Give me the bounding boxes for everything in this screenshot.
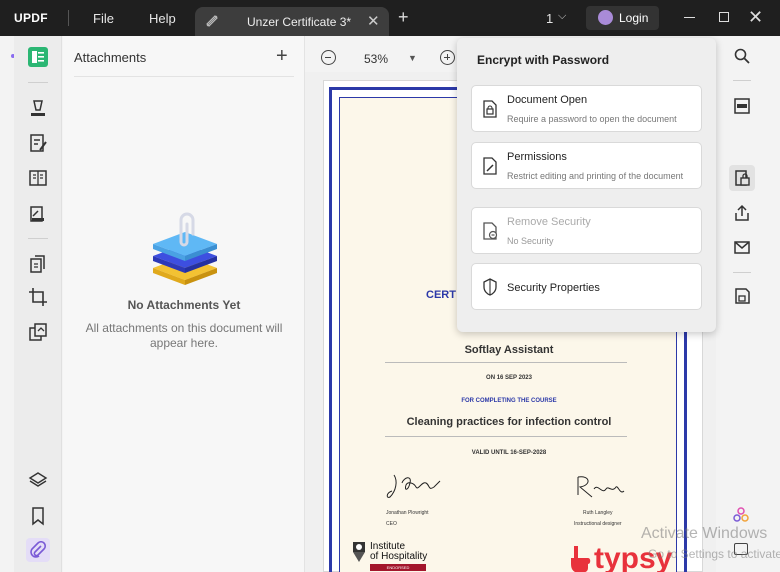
- zoom-dropdown-icon[interactable]: ▼: [408, 53, 417, 63]
- document-tab[interactable]: Unzer Certificate 3* ✕: [195, 7, 389, 36]
- protect-icon[interactable]: [729, 165, 755, 191]
- zoom-in-button[interactable]: [440, 50, 455, 65]
- menu-file[interactable]: File: [93, 11, 114, 26]
- convert-icon[interactable]: [26, 320, 50, 344]
- crop-icon[interactable]: [26, 285, 50, 309]
- recipient-name: Softlay Assistant: [464, 344, 554, 356]
- avatar: [598, 10, 613, 25]
- fill-sign-icon[interactable]: [26, 202, 50, 226]
- signature-jonathan: [386, 474, 441, 498]
- option-description: No Security: [507, 236, 554, 246]
- signer-2: Ruth Langley Instructional designer: [574, 508, 622, 530]
- layers-icon[interactable]: [26, 468, 50, 492]
- menu-help[interactable]: Help: [149, 11, 176, 26]
- app-logo: UPDF: [14, 11, 48, 25]
- panel-title: Attachments: [74, 50, 147, 65]
- divider: [385, 362, 627, 363]
- unsaved-icon: [206, 15, 218, 27]
- zoom-level[interactable]: 53%: [364, 52, 388, 66]
- option-label: Document Open: [507, 94, 588, 106]
- institute-logo: Institute of Hospitality: [370, 542, 427, 562]
- edit-document-icon: [483, 157, 497, 175]
- search-icon[interactable]: [731, 45, 753, 67]
- edit-text-icon[interactable]: [26, 131, 50, 155]
- divider: [68, 10, 69, 26]
- divider: [733, 80, 751, 81]
- activate-windows-title: Activate Windows: [641, 525, 768, 542]
- option-description: Require a password to open the document: [507, 114, 677, 124]
- course-intro: FOR COMPLETING THE COURSE: [461, 398, 557, 404]
- signer-2-name: Ruth Langley: [583, 510, 613, 516]
- highlight-icon[interactable]: [26, 96, 50, 120]
- tab-title: Unzer Certificate 3*: [247, 15, 352, 29]
- divider: [28, 82, 48, 83]
- signer-1-title: CEO: [386, 521, 397, 527]
- empty-title: No Attachments Yet: [127, 298, 241, 312]
- close-icon[interactable]: ✕: [748, 7, 763, 28]
- shield-icon: [483, 278, 497, 296]
- email-icon[interactable]: [731, 236, 753, 258]
- zoom-out-button[interactable]: [321, 50, 336, 65]
- page-view-icon[interactable]: [26, 166, 50, 190]
- scrollbar[interactable]: [766, 36, 780, 572]
- ai-assistant-icon[interactable]: [733, 507, 749, 523]
- login-label: Login: [619, 11, 649, 25]
- lock-document-icon: [483, 100, 497, 118]
- security-properties-option[interactable]: Security Properties: [471, 263, 702, 310]
- chevron-down-icon[interactable]: ⌵: [558, 10, 566, 23]
- logo-line-2: of Hospitality: [370, 551, 428, 562]
- minimize-icon[interactable]: [684, 17, 695, 18]
- typsy-hand-icon: [571, 546, 591, 572]
- share-icon[interactable]: [731, 202, 753, 224]
- divider: [385, 436, 627, 437]
- divider: [733, 272, 751, 273]
- validity: VALID UNTIL 16-SEP-2028: [471, 450, 547, 456]
- option-label: Permissions: [507, 151, 567, 163]
- save-icon[interactable]: [731, 285, 753, 307]
- remove-security-option: Remove Security No Security: [471, 207, 702, 254]
- unlock-document-icon: [483, 222, 498, 240]
- attachments-panel: Attachments + No Attachments Yet All att…: [63, 36, 305, 572]
- popover-title: Encrypt with Password: [477, 53, 610, 67]
- login-button[interactable]: Login: [586, 6, 659, 30]
- left-tool-rail: [14, 36, 62, 572]
- empty-description: All attachments on this document will ap…: [85, 321, 283, 350]
- document-open-option[interactable]: Document Open Require a password to open…: [471, 85, 702, 132]
- activate-windows-hint: Go to Settings to activate: [648, 547, 780, 561]
- title-bar: UPDF File Help Unzer Certificate 3* ✕ + …: [0, 0, 780, 36]
- signer-2-title: Instructional designer: [574, 521, 622, 527]
- divider: [74, 76, 294, 77]
- bookmark-icon[interactable]: [26, 504, 50, 528]
- institute-crest-icon: [353, 542, 365, 562]
- empty-attachments-illustration: [153, 212, 217, 285]
- new-tab-button[interactable]: +: [398, 7, 409, 28]
- encrypt-popover: Encrypt with Password Document Open Requ…: [457, 38, 716, 332]
- add-attachment-button[interactable]: +: [276, 45, 288, 68]
- signer-1-name: Jonathan Plowright: [386, 510, 429, 516]
- page-count: 1: [546, 11, 554, 26]
- award-date: ON 16 SEP 2023: [486, 375, 532, 381]
- divider: [28, 238, 48, 239]
- endorsed-badge: ENDORSED: [370, 564, 426, 571]
- course-name: Cleaning practices for infection control: [406, 416, 612, 428]
- ocr-icon[interactable]: [731, 95, 753, 117]
- maximize-icon[interactable]: [719, 12, 729, 22]
- organize-pages-icon[interactable]: [26, 252, 50, 276]
- attachment-icon[interactable]: [26, 538, 50, 562]
- right-tool-rail: [716, 36, 766, 572]
- signature-ruth: [577, 476, 625, 498]
- tab-close-icon[interactable]: ✕: [367, 12, 380, 30]
- certificate-heading: CERT: [426, 289, 456, 301]
- option-label: Remove Security: [507, 216, 591, 228]
- permissions-option[interactable]: Permissions Restrict editing and printin…: [471, 142, 702, 189]
- option-description: Restrict editing and printing of the doc…: [507, 171, 684, 181]
- signer-1: Jonathan Plowright CEO: [386, 508, 429, 530]
- read-icon[interactable]: [26, 45, 50, 69]
- option-label: Security Properties: [507, 282, 600, 294]
